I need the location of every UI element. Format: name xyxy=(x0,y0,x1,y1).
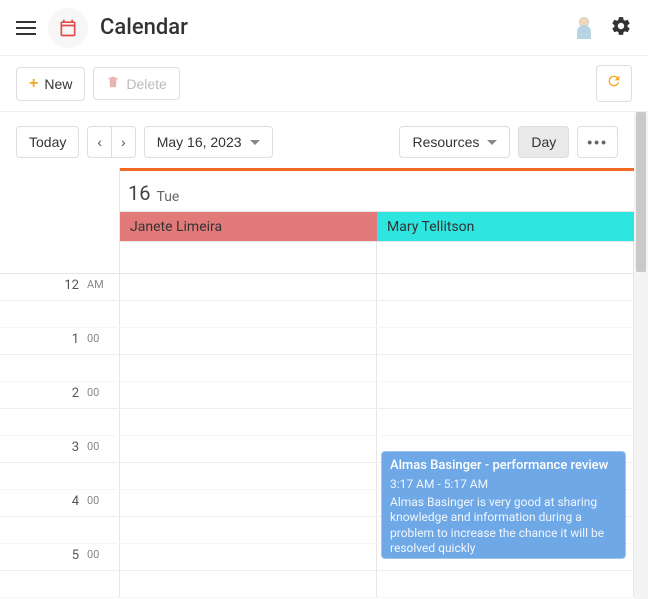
chevron-down-icon xyxy=(487,140,497,145)
scrollbar-thumb[interactable] xyxy=(636,112,646,272)
chevron-right-icon: › xyxy=(121,134,126,150)
resources-header: Janete Limeira Mary Tellitson xyxy=(0,212,634,242)
delete-button-label: Delete xyxy=(126,76,166,92)
action-toolbar: + New Delete xyxy=(0,56,648,112)
grid-cell[interactable] xyxy=(377,355,634,381)
grid-cell[interactable] xyxy=(120,274,377,300)
next-button[interactable]: › xyxy=(111,126,136,158)
time-label: 100 xyxy=(0,328,120,354)
time-slot-row-half[interactable] xyxy=(0,301,634,328)
grid-cell[interactable] xyxy=(120,544,377,570)
app-header: Calendar xyxy=(0,0,648,56)
settings-icon[interactable] xyxy=(610,15,632,41)
plus-icon: + xyxy=(29,75,38,93)
new-button[interactable]: + New xyxy=(16,67,85,101)
time-grid: 12AM 100 200 300 400 500 Almas Basinger - per… xyxy=(0,274,634,599)
all-day-cell[interactable] xyxy=(377,242,634,273)
grid-cell[interactable] xyxy=(377,301,634,327)
resource-header[interactable]: Mary Tellitson xyxy=(377,212,634,242)
time-slot-row-half[interactable] xyxy=(0,409,634,436)
grid-cell[interactable] xyxy=(377,409,634,435)
grid-cell[interactable] xyxy=(120,328,377,354)
resource-header[interactable]: Janete Limeira xyxy=(120,212,377,242)
time-slot-row[interactable]: 100 xyxy=(0,328,634,355)
resources-dropdown[interactable]: Resources xyxy=(399,126,510,158)
time-slot-row[interactable]: 12AM xyxy=(0,274,634,301)
more-options-button[interactable]: ••• xyxy=(577,126,618,158)
time-label: 300 xyxy=(0,436,120,462)
date-label: May 16, 2023 xyxy=(157,134,242,150)
chevron-down-icon xyxy=(250,140,260,145)
day-view-label: Day xyxy=(531,134,556,150)
time-label: 500 xyxy=(0,544,120,570)
grid-cell[interactable] xyxy=(377,382,634,408)
date-picker-button[interactable]: May 16, 2023 xyxy=(144,126,273,158)
event-time: 3:17 AM - 5:17 AM xyxy=(390,477,617,493)
time-label: 400 xyxy=(0,490,120,516)
time-label: 12AM xyxy=(0,274,120,300)
grid-cell[interactable] xyxy=(120,490,377,516)
delete-button[interactable]: Delete xyxy=(93,67,179,100)
dots-icon: ••• xyxy=(587,134,608,150)
day-number: 16 xyxy=(128,181,150,205)
grid-cell[interactable] xyxy=(377,328,634,354)
menu-icon[interactable] xyxy=(16,21,36,35)
event-title: Almas Basinger - performance review xyxy=(390,458,617,475)
chevron-left-icon: ‹ xyxy=(97,134,102,150)
time-slot-row-half[interactable] xyxy=(0,571,634,598)
time-slot-row[interactable]: 200 xyxy=(0,382,634,409)
day-view-button[interactable]: Day xyxy=(518,126,569,158)
day-label[interactable]: 16 Tue xyxy=(120,168,634,212)
all-day-row xyxy=(0,242,634,274)
grid-cell[interactable] xyxy=(120,382,377,408)
all-day-cell[interactable] xyxy=(120,242,377,273)
calendar-event[interactable]: Almas Basinger - performance review 3:17… xyxy=(381,451,626,559)
today-button[interactable]: Today xyxy=(16,126,79,158)
resource-name: Mary Tellitson xyxy=(387,219,474,235)
app-title: Calendar xyxy=(100,15,558,40)
calendar-area: Today ‹ › May 16, 2023 Resources Day ••• xyxy=(0,112,648,599)
grid-cell[interactable] xyxy=(377,274,634,300)
grid-cell[interactable] xyxy=(120,517,377,543)
nav-arrows: ‹ › xyxy=(87,126,135,158)
user-avatar[interactable] xyxy=(570,14,598,42)
trash-icon xyxy=(106,75,120,92)
day-weekday: Tue xyxy=(156,189,179,205)
vertical-scrollbar[interactable] xyxy=(634,112,648,599)
grid-cell[interactable] xyxy=(120,301,377,327)
resources-label: Resources xyxy=(412,134,479,150)
new-button-label: New xyxy=(44,76,72,92)
calendar-app-icon xyxy=(48,8,88,48)
today-label: Today xyxy=(29,134,66,150)
event-description: Almas Basinger is very good at sharing k… xyxy=(390,495,617,557)
time-label: 200 xyxy=(0,382,120,408)
refresh-button[interactable] xyxy=(596,65,632,102)
view-controls: Today ‹ › May 16, 2023 Resources Day ••• xyxy=(0,112,634,168)
grid-cell[interactable] xyxy=(120,436,377,462)
time-slot-row-half[interactable] xyxy=(0,355,634,382)
prev-button[interactable]: ‹ xyxy=(87,126,112,158)
refresh-icon xyxy=(606,73,622,94)
grid-cell[interactable] xyxy=(120,409,377,435)
grid-cell[interactable] xyxy=(120,463,377,489)
grid-cell[interactable] xyxy=(120,355,377,381)
day-header: 16 Tue xyxy=(0,168,634,212)
grid-cell[interactable] xyxy=(377,571,634,597)
grid-cell[interactable] xyxy=(120,571,377,597)
resource-name: Janete Limeira xyxy=(130,219,222,235)
